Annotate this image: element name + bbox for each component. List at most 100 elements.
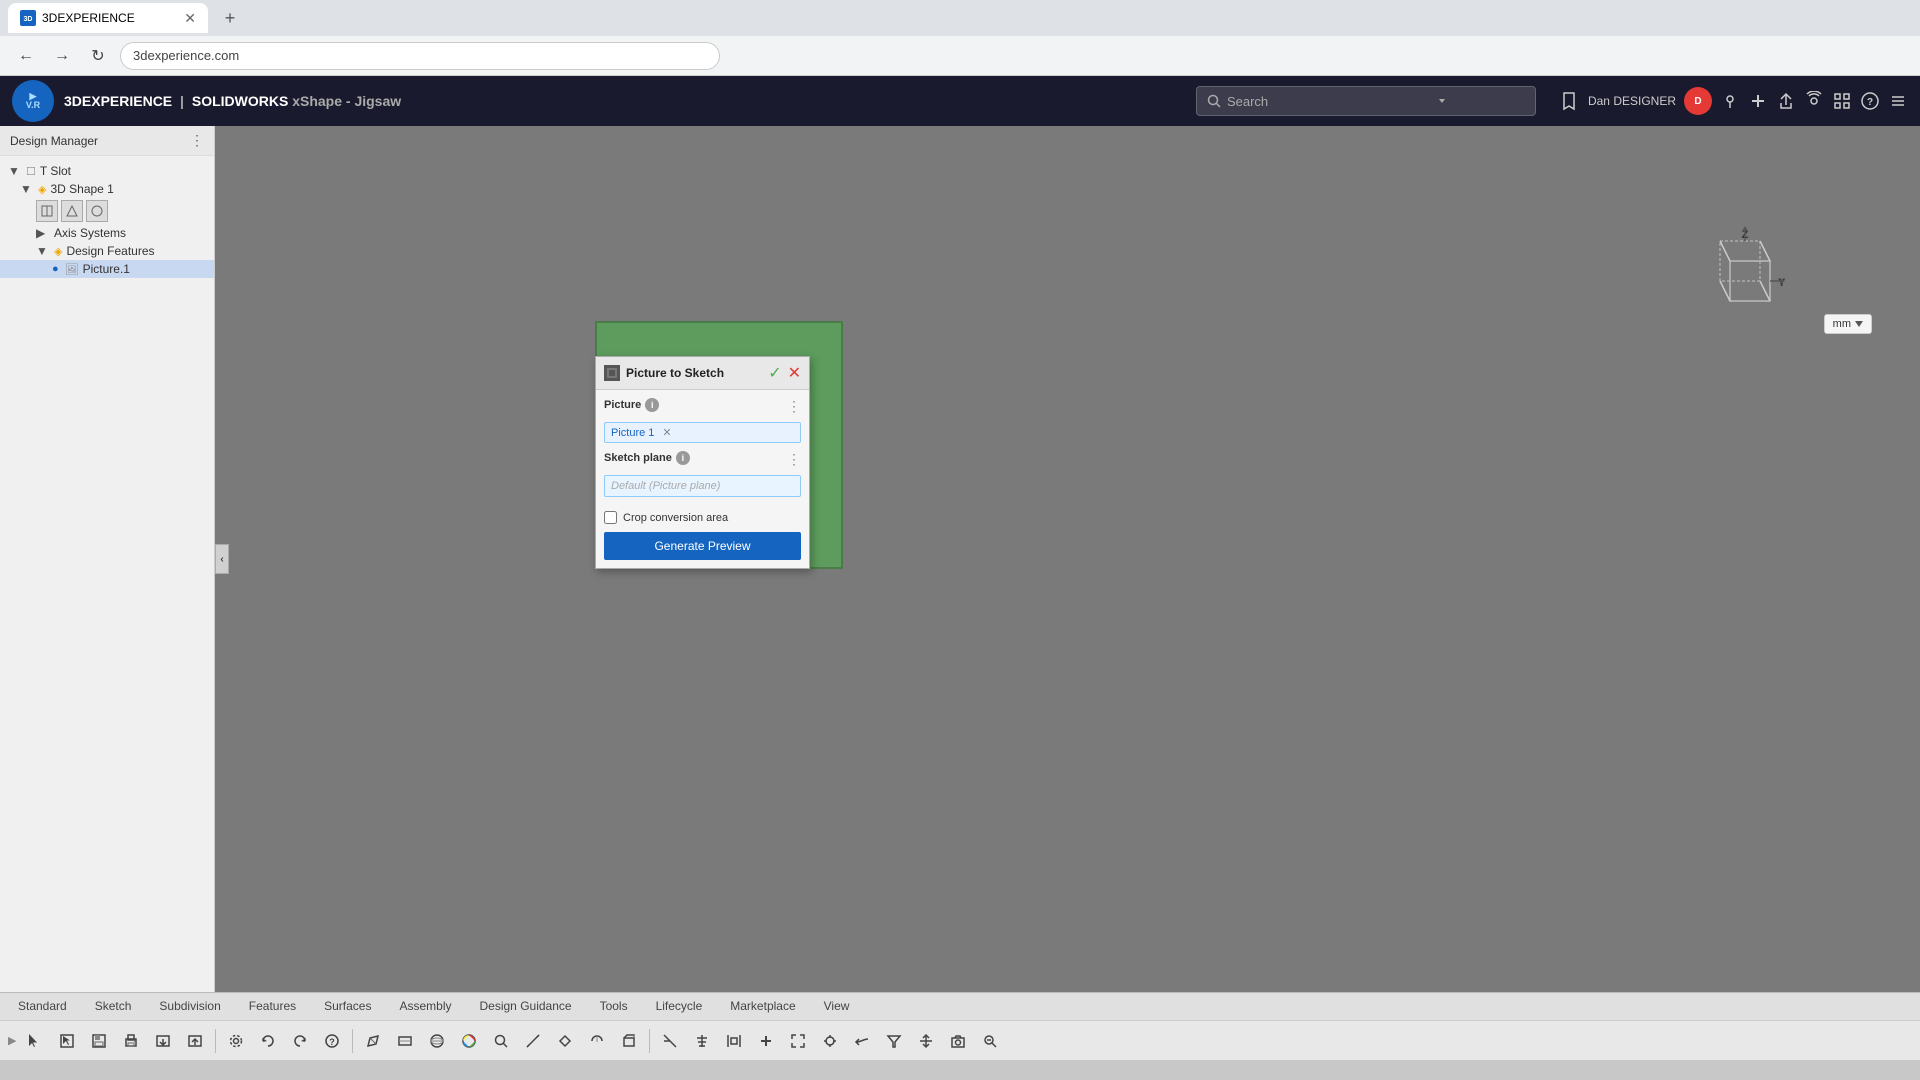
refresh-button[interactable]: ↻ — [84, 42, 112, 70]
tb-camera-button[interactable] — [943, 1026, 973, 1056]
help-icon[interactable]: ? — [1860, 91, 1880, 111]
tb-physics-button[interactable] — [550, 1026, 580, 1056]
tb-multi-select-button[interactable] — [52, 1026, 82, 1056]
tab-design-guidance[interactable]: Design Guidance — [466, 995, 586, 1019]
header-right-icons: Dan DESIGNER D ? — [1558, 87, 1908, 115]
tab-close-button[interactable]: ✕ — [184, 10, 196, 27]
dialog-cancel-button[interactable]: ✕ — [788, 363, 801, 383]
tb-save-button[interactable] — [84, 1026, 114, 1056]
sidebar-item-axis-systems[interactable]: ▶ Axis Systems — [0, 224, 214, 242]
grid-icon[interactable] — [1832, 91, 1852, 111]
bottom-toolbar: ▶ ? — [0, 1020, 1920, 1060]
tb-undo-button[interactable] — [253, 1026, 283, 1056]
url-text: 3dexperience.com — [133, 48, 239, 63]
picture-more-button[interactable]: ⋮ — [787, 398, 801, 415]
sidebar-item-picture1[interactable]: ● 🖼 Picture.1 — [0, 260, 214, 278]
tb-search-button[interactable] — [486, 1026, 516, 1056]
bookmark-icon[interactable] — [1558, 90, 1580, 112]
picture-info-icon[interactable]: i — [645, 398, 659, 412]
tab-view[interactable]: View — [810, 995, 864, 1019]
new-tab-button[interactable]: + — [216, 4, 244, 32]
main-area: Design Manager ⋮ ▼ ☐ T Slot ▼ ◈ 3D Shape… — [0, 126, 1920, 992]
sketch-plane-label: Sketch plane i — [604, 451, 690, 465]
sidebar-item-3dshape[interactable]: ▼ ◈ 3D Shape 1 — [0, 180, 214, 198]
sidebar-options-button[interactable]: ⋮ — [190, 132, 204, 149]
tb-settings-button[interactable] — [221, 1026, 251, 1056]
tab-sketch[interactable]: Sketch — [81, 995, 146, 1019]
expand-icon: ▼ — [8, 164, 22, 178]
tab-standard[interactable]: Standard — [4, 995, 81, 1019]
tb-undo2-button[interactable] — [847, 1026, 877, 1056]
tb-expand-button[interactable] — [783, 1026, 813, 1056]
tab-title: 3DEXPERIENCE — [42, 11, 135, 25]
shape-icon-1[interactable] — [36, 200, 58, 222]
tb-redo-button[interactable] — [285, 1026, 315, 1056]
sidebar-item-tslot[interactable]: ▼ ☐ T Slot — [0, 162, 214, 180]
share-icon[interactable] — [1776, 91, 1796, 111]
tab-features[interactable]: Features — [235, 995, 310, 1019]
tb-measure-button[interactable] — [518, 1026, 548, 1056]
tab-surfaces[interactable]: Surfaces — [310, 995, 385, 1019]
units-dropdown[interactable]: mm — [1824, 314, 1872, 334]
tab-marketplace[interactable]: Marketplace — [716, 995, 809, 1019]
address-bar[interactable]: 3dexperience.com — [120, 42, 720, 70]
app-title: 3DEXPERIENCE | SOLIDWORKS xShape - Jigsa… — [64, 93, 401, 109]
tb-zoom-button[interactable] — [975, 1026, 1005, 1056]
tb-color-button[interactable] — [454, 1026, 484, 1056]
user-avatar[interactable]: D — [1684, 87, 1712, 115]
forward-button[interactable]: → — [48, 42, 76, 70]
tab-tools[interactable]: Tools — [586, 995, 642, 1019]
crop-conversion-label[interactable]: Crop conversion area — [623, 512, 728, 524]
more-icon[interactable] — [1888, 91, 1908, 111]
tb-add-button[interactable] — [751, 1026, 781, 1056]
sketch-plane-more-button[interactable]: ⋮ — [787, 451, 801, 468]
sidebar-item-design-features[interactable]: ▼ ◈ Design Features — [0, 242, 214, 260]
tb-export-button[interactable] — [180, 1026, 210, 1056]
axis-systems-label: Axis Systems — [54, 226, 126, 240]
tb-trim-button[interactable] — [655, 1026, 685, 1056]
tb-box-button[interactable] — [614, 1026, 644, 1056]
tb-rotation-button[interactable] — [582, 1026, 612, 1056]
tb-distribute-button[interactable] — [719, 1026, 749, 1056]
back-button[interactable]: ← — [12, 42, 40, 70]
toolbar-separator-3 — [649, 1029, 650, 1053]
toolbar-separator-1 — [215, 1029, 216, 1053]
shape-icon-2[interactable] — [61, 200, 83, 222]
axis-indicator: Z Y — [1690, 226, 1800, 336]
tb-align-button[interactable] — [687, 1026, 717, 1056]
picture-chip-remove[interactable]: ✕ — [662, 426, 671, 439]
tb-print-button[interactable] — [116, 1026, 146, 1056]
tab-assembly[interactable]: Assembly — [385, 995, 465, 1019]
sketch-plane-info-icon[interactable]: i — [676, 451, 690, 465]
svg-text:Y: Y — [1778, 277, 1786, 289]
header-search-box[interactable] — [1196, 86, 1536, 116]
tb-surface-button[interactable] — [390, 1026, 420, 1056]
sidebar-title: Design Manager — [10, 134, 98, 148]
tb-3d-button[interactable] — [422, 1026, 452, 1056]
tb-focus-button[interactable] — [815, 1026, 845, 1056]
tb-sketch-button[interactable] — [358, 1026, 388, 1056]
crop-conversion-checkbox[interactable] — [604, 511, 617, 524]
tb-help-button[interactable]: ? — [317, 1026, 347, 1056]
shape-icon-3[interactable] — [86, 200, 108, 222]
broadcast-icon[interactable] — [1804, 91, 1824, 111]
expand-design-icon: ▼ — [36, 244, 50, 258]
add-icon[interactable] — [1748, 91, 1768, 111]
tslot-icon: ☐ — [26, 165, 36, 178]
search-input[interactable] — [1227, 94, 1427, 109]
tb-filter-button[interactable] — [879, 1026, 909, 1056]
tab-subdivision[interactable]: Subdivision — [145, 995, 234, 1019]
dialog-ok-button[interactable]: ✓ — [768, 363, 781, 383]
tb-select-button[interactable] — [20, 1026, 50, 1056]
tb-import-button[interactable] — [148, 1026, 178, 1056]
tb-move-button[interactable] — [911, 1026, 941, 1056]
sketch-plane-input[interactable] — [604, 475, 801, 497]
pin-icon[interactable] — [1720, 91, 1740, 111]
tab-lifecycle[interactable]: Lifecycle — [642, 995, 717, 1019]
generate-preview-button[interactable]: Generate Preview — [604, 532, 801, 560]
browser-tab[interactable]: 3D 3DEXPERIENCE ✕ — [8, 3, 208, 33]
search-dropdown-icon[interactable] — [1437, 96, 1447, 106]
picture-section-header: Picture i ⋮ — [604, 398, 801, 416]
sidebar-collapse-button[interactable]: ‹ — [215, 544, 229, 574]
app-header: ▶ V.R 3DEXPERIENCE | SOLIDWORKS xShape -… — [0, 76, 1920, 126]
